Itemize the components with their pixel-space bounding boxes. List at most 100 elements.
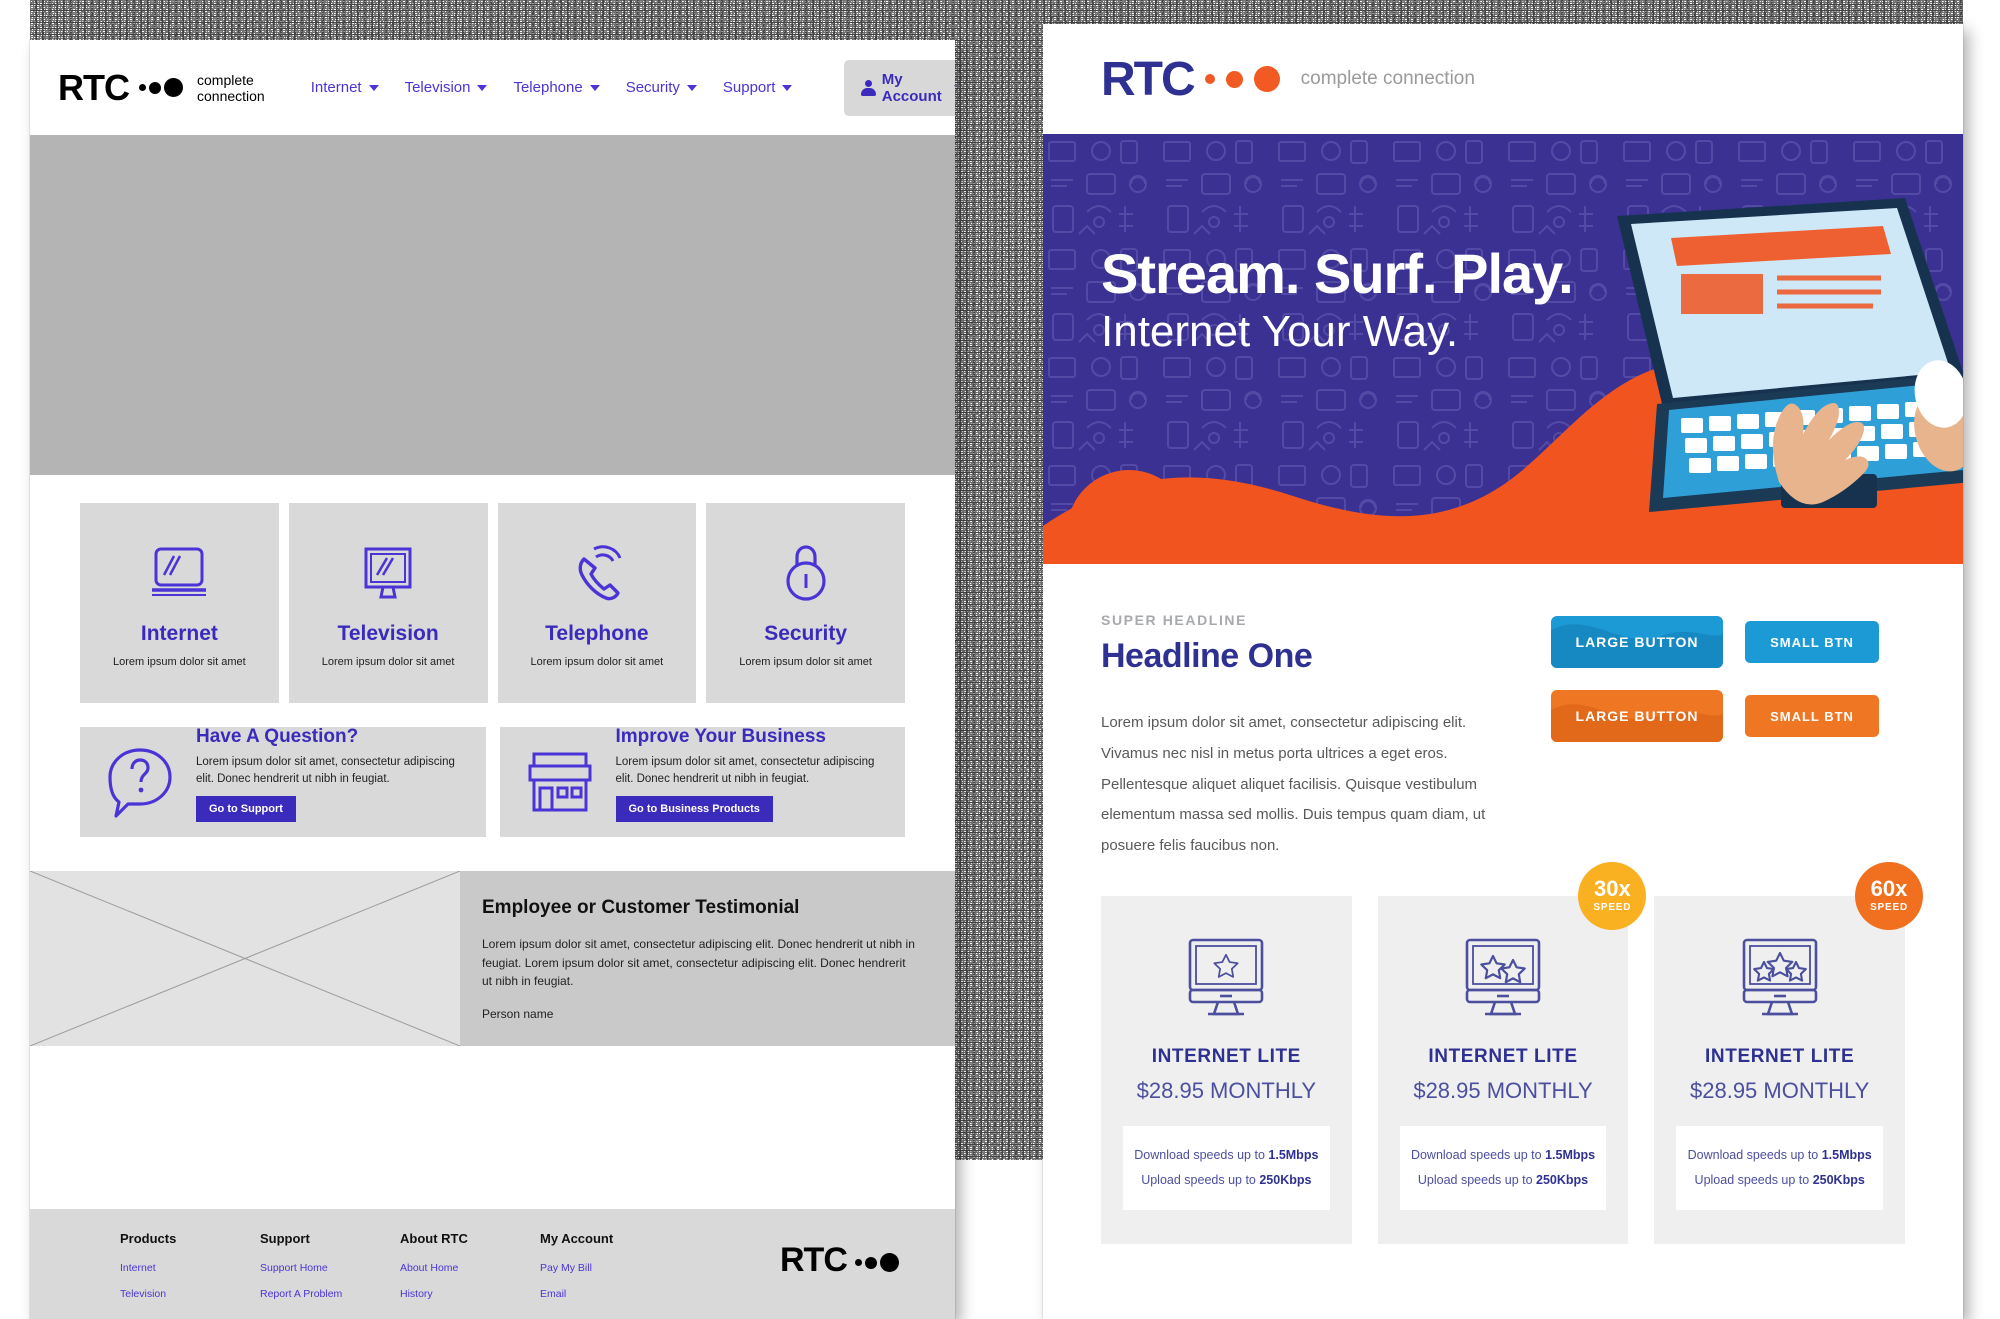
- lock-icon: [775, 538, 837, 608]
- upload-spec: Upload speeds up to 250Kbps: [1133, 1168, 1320, 1193]
- nav-item-internet[interactable]: Internet: [311, 79, 379, 96]
- upload-value: 250Kbps: [1259, 1172, 1312, 1187]
- hero-headline: Stream. Surf. Play.: [1101, 242, 1574, 305]
- upload-value: 250Kbps: [1536, 1172, 1589, 1187]
- footer-link[interactable]: Pay My Bill: [540, 1262, 680, 1274]
- download-prefix: Download speeds up to: [1410, 1147, 1546, 1162]
- footer-link[interactable]: Television: [120, 1288, 260, 1300]
- promo-card-question: Have A Question? Lorem ipsum dolor sit a…: [80, 726, 486, 837]
- button-column: LARGE BUTTON SMALL BTN LARGE BUTTON SMAL…: [1501, 612, 1905, 862]
- download-prefix: Download speeds up to: [1134, 1147, 1269, 1162]
- large-button-orange-label: LARGE BUTTON: [1575, 708, 1699, 724]
- comp-logo[interactable]: RTC complete connection: [1101, 52, 1475, 107]
- promo-text: Lorem ipsum dolor sit amet, consectetur …: [196, 756, 455, 785]
- upload-spec: Upload speeds up to 250Kbps: [1410, 1168, 1597, 1193]
- service-title: Television: [337, 622, 439, 645]
- small-button-blue-label: SMALL BTN: [1770, 634, 1854, 650]
- service-subtitle: Lorem ipsum dolor sit amet: [113, 656, 246, 668]
- footer-link[interactable]: Email: [540, 1288, 680, 1300]
- footer-link[interactable]: History: [400, 1288, 540, 1300]
- super-headline: SUPER HEADLINE: [1101, 612, 1248, 628]
- nav-label: Internet: [310, 79, 362, 96]
- small-button-blue[interactable]: SMALL BTN: [1745, 621, 1879, 663]
- footer-column-products: Products Internet Television: [120, 1231, 260, 1319]
- footer-link[interactable]: Support Home: [260, 1262, 400, 1274]
- content-section: SUPER HEADLINE Headline One Lorem ipsum …: [1043, 564, 1963, 862]
- footer-column-account: My Account Pay My Bill Email: [540, 1231, 680, 1319]
- service-title: Internet: [140, 622, 218, 645]
- service-card-security[interactable]: Security Lorem ipsum dolor sit amet: [706, 503, 905, 703]
- plan-card-1[interactable]: INTERNET LITE $28.95 MONTHLY Download sp…: [1101, 895, 1352, 1244]
- hero-copy: Stream. Surf. Play. Internet Your Way.: [1101, 242, 1574, 361]
- wireframe-panel: RTC complete connection Internet Televis…: [30, 40, 955, 1319]
- promo-title: Improve Your Business: [615, 726, 826, 748]
- testimonial-section: Employee or Customer Testimonial Lorem i…: [30, 871, 955, 1046]
- plan-specs: Download speeds up to 1.5Mbps Upload spe…: [1123, 1125, 1330, 1210]
- nav-item-support[interactable]: Support: [723, 79, 793, 96]
- plan-price: $28.95 MONTHLY: [1136, 1077, 1316, 1103]
- logo-tagline: complete connection: [197, 71, 265, 104]
- laptop-illustration: [1617, 198, 1963, 512]
- small-button-orange[interactable]: SMALL BTN: [1745, 695, 1879, 737]
- chevron-down-icon: [477, 84, 488, 91]
- nav-item-security[interactable]: Security: [626, 79, 697, 96]
- service-subtitle: Lorem ipsum dolor sit amet: [530, 656, 664, 668]
- hero-image-placeholder: [30, 135, 955, 475]
- phone-icon: [566, 538, 628, 608]
- plan-price: $28.95 MONTHLY: [1413, 1077, 1593, 1103]
- footer-link[interactable]: Report A Problem: [260, 1288, 400, 1300]
- service-card-telephone[interactable]: Telephone Lorem ipsum dolor sit amet: [497, 503, 697, 703]
- button-row-orange: LARGE BUTTON SMALL BTN: [1551, 690, 1905, 742]
- chevron-down-icon: [954, 84, 955, 91]
- logo-dots-icon: [139, 78, 183, 97]
- nav-label: Television: [404, 79, 471, 96]
- service-cards-row: Internet Lorem ipsum dolor sit amet Tele…: [30, 475, 955, 703]
- nav-item-television[interactable]: Television: [405, 79, 488, 96]
- monitor-two-stars-icon: [1400, 936, 1607, 1020]
- question-bubble-icon: [102, 744, 178, 820]
- testimonial-body: Employee or Customer Testimonial Lorem i…: [460, 871, 955, 1046]
- plan-specs: Download speeds up to 1.5Mbps Upload spe…: [1676, 1125, 1884, 1210]
- testimonial-text: Lorem ipsum dolor sit amet, consectetur …: [482, 937, 915, 989]
- comp-header: RTC complete connection: [1043, 24, 1963, 134]
- speed-badge-60x: 60x SPEED: [1855, 861, 1924, 930]
- large-button-orange[interactable]: LARGE BUTTON: [1551, 690, 1723, 742]
- my-account-label: My Account: [881, 70, 942, 105]
- large-button-blue[interactable]: LARGE BUTTON: [1551, 616, 1723, 668]
- service-card-internet[interactable]: Internet Lorem ipsum dolor sit amet: [80, 503, 279, 703]
- speed-badge-number: 30x: [1593, 876, 1631, 902]
- speed-badge-word: SPEED: [1870, 902, 1908, 914]
- large-button-blue-label: LARGE BUTTON: [1575, 634, 1699, 650]
- headline: Headline One: [1101, 637, 1313, 675]
- footer-link[interactable]: About Home: [400, 1262, 540, 1274]
- logo-dots-icon: [854, 1241, 899, 1272]
- footer-column-about: About RTC About Home History: [400, 1231, 540, 1319]
- speed-badge-30x: 30x SPEED: [1578, 861, 1647, 930]
- download-spec: Download speeds up to 1.5Mbps: [1133, 1143, 1320, 1168]
- service-card-television[interactable]: Television Lorem ipsum dolor sit amet: [288, 503, 488, 703]
- testimonial-person: Person name: [482, 1006, 554, 1021]
- promo-card-business: Improve Your Business Lorem ipsum dolor …: [499, 726, 905, 837]
- go-to-support-button[interactable]: Go to Support: [196, 795, 296, 822]
- plan-name: INTERNET LITE: [1151, 1045, 1301, 1067]
- chevron-down-icon: [782, 84, 793, 91]
- plan-card-3[interactable]: 60x SPEED INTERNET LITE $28.95 MONTHLY D…: [1654, 861, 1924, 1244]
- upload-spec: Upload speeds up to 250Kbps: [1686, 1168, 1873, 1193]
- service-subtitle: Lorem ipsum dolor sit amet: [321, 656, 455, 668]
- download-value: 1.5Mbps: [1268, 1147, 1319, 1162]
- upload-prefix: Upload speeds up to: [1141, 1172, 1260, 1187]
- service-title: Telephone: [545, 622, 649, 645]
- plan-card-2[interactable]: 30x SPEED INTERNET LITE $28.95 MONTHLY D…: [1377, 861, 1647, 1244]
- nav-label: Telephone: [513, 79, 583, 96]
- my-account-button[interactable]: My Account: [844, 59, 955, 116]
- logo-tagline: complete connection: [1300, 68, 1475, 89]
- logo-text: RTC: [1101, 52, 1196, 106]
- go-to-business-products-button[interactable]: Go to Business Products: [615, 795, 773, 822]
- nav-label: Security: [625, 79, 680, 96]
- logo-dot-medium-icon: [1225, 70, 1243, 88]
- download-spec: Download speeds up to 1.5Mbps: [1686, 1143, 1873, 1168]
- nav-item-telephone[interactable]: Telephone: [513, 79, 600, 96]
- plan-name: INTERNET LITE: [1705, 1045, 1855, 1067]
- wireframe-logo[interactable]: RTC complete connection: [58, 67, 265, 109]
- footer-link[interactable]: Internet: [120, 1262, 260, 1274]
